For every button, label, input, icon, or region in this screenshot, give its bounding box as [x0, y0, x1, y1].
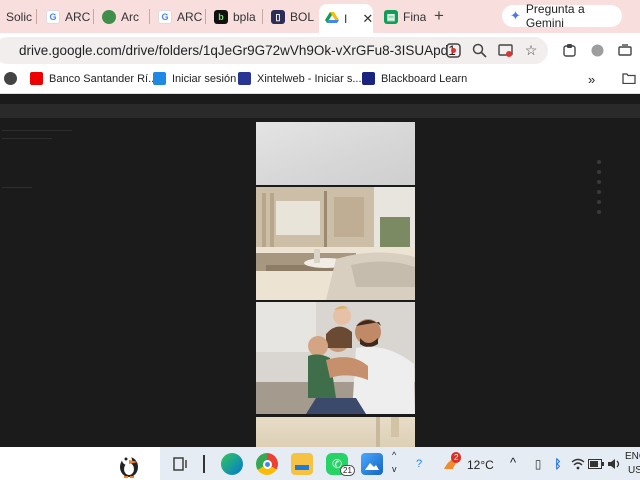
- tab-label: ARC: [177, 10, 202, 24]
- background-dot: [597, 190, 601, 194]
- bookmarks-bar: Banco Santander Rí... Iniciar sesión Xin…: [0, 67, 640, 94]
- close-icon[interactable]: ✕: [362, 11, 373, 27]
- lens-icon[interactable]: [444, 41, 462, 59]
- tab-label: Solic: [6, 10, 33, 24]
- login-icon: [153, 72, 166, 85]
- tab-separator: [93, 9, 94, 24]
- blackboard-icon: [362, 72, 375, 85]
- background-dot: [597, 180, 601, 184]
- region-label[interactable]: US: [628, 465, 640, 476]
- background-text-line: [2, 138, 52, 139]
- sheets-icon: ▤: [384, 10, 398, 24]
- bookmark-iniciar-sesion[interactable]: Iniciar sesión: [153, 72, 236, 85]
- profile-icon[interactable]: [588, 41, 606, 59]
- tab-bpla[interactable]: b bpla: [208, 4, 260, 30]
- apps-icon: [4, 72, 17, 85]
- chevron-up-icon[interactable]: ^: [392, 450, 396, 460]
- tab-label: Arc: [121, 10, 139, 24]
- taskbar-divider: [203, 455, 205, 473]
- tab-fina[interactable]: ▤ Fina: [378, 4, 426, 30]
- google-drive-icon: [325, 12, 339, 26]
- photo-family[interactable]: [256, 302, 415, 414]
- windows-taskbar: ✆ 21 ^ v ? 2 12°C ^ ▯ ᛒ ENG US: [0, 447, 640, 480]
- bookmark-label: Iniciar sesión: [172, 72, 237, 85]
- santander-icon: [30, 72, 43, 85]
- background-text-line: [2, 130, 72, 131]
- tab-separator: [262, 9, 263, 24]
- photo-partial[interactable]: [256, 417, 415, 447]
- living-room-illustration: [256, 187, 415, 300]
- tab-solic[interactable]: Solic: [0, 4, 36, 30]
- partial-photo-illustration: [376, 417, 399, 447]
- whatsapp-badge: 21: [340, 465, 355, 476]
- tab-separator: [149, 9, 150, 24]
- photo-wall[interactable]: [256, 122, 415, 185]
- help-icon[interactable]: ?: [408, 453, 430, 475]
- edge-icon[interactable]: [221, 453, 243, 475]
- family-illustration: [256, 302, 415, 414]
- b-icon: b: [214, 10, 228, 24]
- viewer-header: [0, 104, 640, 118]
- bluetooth-icon[interactable]: ᛒ: [547, 453, 569, 475]
- background-text-line: [2, 187, 32, 188]
- tab-separator: [36, 9, 37, 24]
- bookmark-apps[interactable]: [4, 72, 17, 85]
- google-icon: G: [46, 10, 60, 24]
- url-text[interactable]: drive.google.com/drive/folders/1qJeGr9G7…: [19, 43, 456, 58]
- background-dot: [597, 200, 601, 204]
- tab-label: Fina: [403, 10, 426, 24]
- menu-icon[interactable]: [616, 41, 634, 59]
- background-dot: [597, 210, 601, 214]
- extension-icon[interactable]: [560, 41, 578, 59]
- browser-toolbar: drive.google.com/drive/folders/1qJeGr9G7…: [0, 33, 640, 67]
- chrome-icon[interactable]: [256, 453, 278, 475]
- bookmarks-more[interactable]: »: [588, 72, 595, 87]
- show-hidden-icons-chevron-icon[interactable]: ^: [510, 455, 516, 470]
- gemini-button[interactable]: ✦ Pregunta a Gemini: [502, 2, 622, 30]
- photos-icon[interactable]: [361, 453, 383, 475]
- puffin-icon: [114, 449, 144, 480]
- tab-google-drive[interactable]: I ✕: [319, 4, 373, 33]
- photo-living-room[interactable]: [256, 187, 415, 300]
- tab-label: BOL: [290, 10, 315, 24]
- xintelweb-icon: [238, 72, 251, 85]
- tab-strip: Solic G ARC Arc G ARC b bpla ▯ BOL I ✕ ▤…: [0, 0, 640, 33]
- folder-icon[interactable]: [622, 72, 636, 84]
- bookmark-label: Banco Santander Rí...: [49, 72, 158, 85]
- new-tab-button[interactable]: +: [434, 6, 444, 26]
- doc-icon: ▯: [271, 10, 285, 24]
- background-dot: [597, 160, 601, 164]
- gemini-spark-icon: ✦: [510, 8, 521, 23]
- tab-bol[interactable]: ▯ BOL: [265, 4, 315, 30]
- tab-label: ARC: [65, 10, 90, 24]
- tab-label: bpla: [233, 10, 256, 24]
- tab-arc-1[interactable]: G ARC: [40, 4, 90, 30]
- google-icon: G: [158, 10, 172, 24]
- language-label[interactable]: ENG: [625, 451, 640, 462]
- tab-separator: [205, 9, 206, 24]
- install-app-icon[interactable]: [496, 41, 514, 59]
- bookmark-santander[interactable]: Banco Santander Rí...: [30, 72, 157, 85]
- bookmark-blackboard[interactable]: Blackboard Learn: [362, 72, 467, 85]
- chevron-down-icon[interactable]: v: [392, 464, 397, 474]
- tab-label: I: [344, 11, 348, 26]
- bookmark-label: Blackboard Learn: [381, 72, 468, 85]
- tab-arc-3[interactable]: G ARC: [152, 4, 202, 30]
- temperature-label[interactable]: 12°C: [467, 458, 494, 472]
- bookmark-label: Xintelweb - Iniciar s...: [257, 72, 362, 85]
- background-dot: [597, 170, 601, 174]
- battery-settings-icon[interactable]: ▯: [527, 453, 549, 475]
- task-view-icon[interactable]: [170, 453, 192, 475]
- bookmark-xintelweb[interactable]: Xintelweb - Iniciar s...: [238, 72, 362, 85]
- tab-arc-2[interactable]: Arc: [96, 4, 146, 30]
- bookmark-star-icon[interactable]: ☆: [522, 41, 540, 59]
- zoom-icon[interactable]: [470, 41, 488, 59]
- globe-icon: [102, 10, 116, 24]
- gemini-label: Pregunta a Gemini: [525, 2, 585, 30]
- file-explorer-icon[interactable]: [291, 453, 313, 475]
- volume-icon[interactable]: [603, 453, 625, 475]
